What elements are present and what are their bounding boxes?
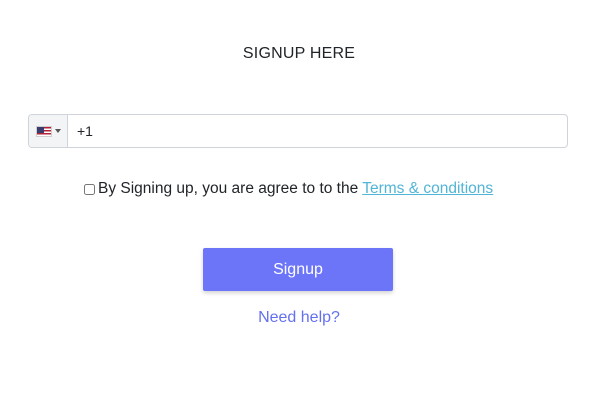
caret-down-icon xyxy=(54,129,61,133)
us-flag-icon xyxy=(35,125,52,137)
page-title: SIGNUP HERE xyxy=(242,45,356,62)
phone-input[interactable] xyxy=(68,115,567,147)
signup-page: SIGNUP HERE By Signing up, you are agree… xyxy=(0,0,598,407)
need-help-link[interactable]: Need help? xyxy=(0,309,598,327)
country-selector[interactable] xyxy=(29,115,68,147)
terms-link[interactable]: Terms & conditions xyxy=(362,180,493,198)
signup-button[interactable]: Signup xyxy=(203,248,393,291)
terms-row: By Signing up, you are agree to to the T… xyxy=(84,180,493,198)
terms-checkbox[interactable] xyxy=(84,183,95,195)
terms-label: By Signing up, you are agree to to the xyxy=(98,180,359,197)
phone-input-group xyxy=(28,114,568,148)
